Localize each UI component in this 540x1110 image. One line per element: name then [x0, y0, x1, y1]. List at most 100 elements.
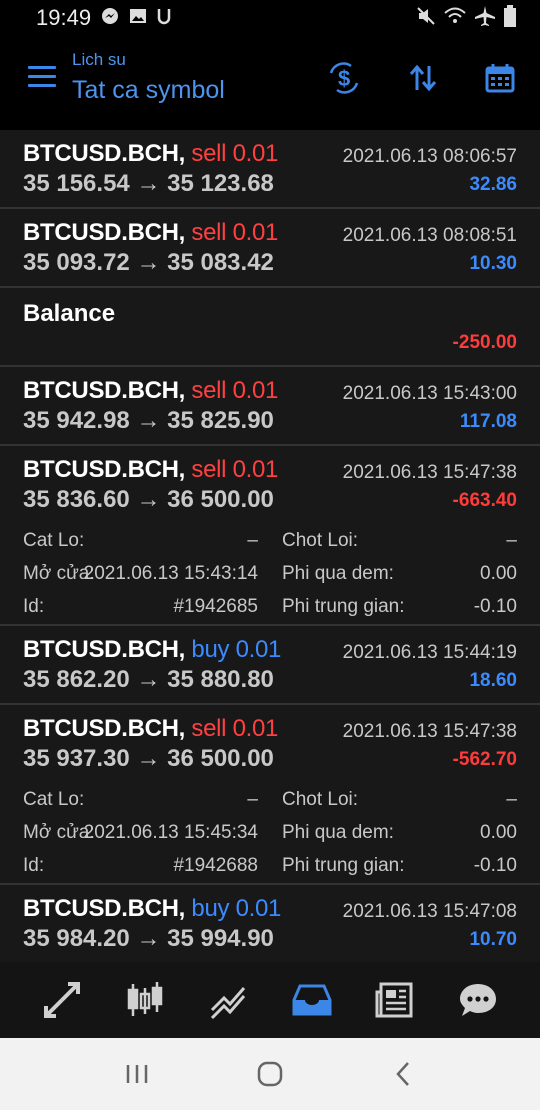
deal-row-expanded[interactable]: BTCUSD.BCH, sell 0.01 35 937.30 → 36 500…: [0, 705, 540, 885]
commission-value: -0.10: [473, 596, 517, 617]
id-label: Id:: [23, 855, 45, 876]
battery-icon: [504, 4, 516, 32]
deal-row[interactable]: BTCUSD.BCH, sell 0.01 35 942.98 → 35 825…: [0, 367, 540, 446]
deal-symbol: BTCUSD.BCH,: [23, 377, 186, 404]
stop-loss-value: –: [247, 530, 258, 551]
deal-symbol: BTCUSD.BCH,: [23, 636, 186, 663]
deal-volume: 0.01: [235, 895, 282, 922]
header-title[interactable]: Tat ca symbol: [72, 76, 225, 105]
deal-open-price: 35 862.20: [23, 666, 130, 693]
chat-icon[interactable]: [452, 974, 504, 1026]
deal-volume: 0.01: [232, 456, 279, 483]
app-bar: Lich su Tat ca symbol $: [0, 36, 540, 122]
deal-profit: -663.40: [452, 490, 517, 511]
deal-profit: 117.08: [459, 411, 517, 432]
stop-loss-label: Cat Lo:: [23, 789, 85, 810]
news-icon[interactable]: [369, 974, 421, 1026]
back-icon[interactable]: [373, 1049, 433, 1099]
deal-profit: 18.60: [469, 670, 517, 691]
deal-open-price: 35 836.60: [23, 486, 130, 513]
deal-prices: 35 093.72 → 35 083.42: [23, 249, 274, 277]
deal-details: Cat Lo: – Chot Loi: – Mở cửa: 2021.06.13…: [23, 789, 517, 888]
messenger-icon: [101, 7, 119, 30]
calendar-icon[interactable]: [482, 60, 518, 96]
deal-volume: 0.01: [235, 636, 282, 663]
menu-icon[interactable]: [28, 66, 56, 88]
deal-row[interactable]: BTCUSD.BCH, buy 0.01 35 984.20 → 35 994.…: [0, 885, 540, 962]
deal-symbol-line: BTCUSD.BCH, sell 0.01: [23, 219, 278, 247]
deal-row[interactable]: BTCUSD.BCH, sell 0.01 35 093.72 → 35 083…: [0, 209, 540, 288]
deal-side: sell: [191, 456, 227, 483]
u-notification-icon: [157, 7, 171, 30]
id-label: Id:: [23, 596, 45, 617]
commission-label: Phi trung gian:: [282, 855, 405, 876]
deal-volume: 0.01: [232, 219, 279, 246]
deal-symbol-line: BTCUSD.BCH, sell 0.01: [23, 456, 278, 484]
deal-profit: 32.86: [469, 174, 517, 195]
deal-prices: 35 984.20 → 35 994.90: [23, 925, 274, 953]
deal-volume: 0.01: [232, 715, 279, 742]
deal-symbol: BTCUSD.BCH,: [23, 456, 186, 483]
deal-side: buy: [191, 636, 230, 663]
deal-row-expanded[interactable]: BTCUSD.BCH, sell 0.01 35 836.60 → 36 500…: [0, 446, 540, 626]
trade-lines-icon[interactable]: [202, 974, 254, 1026]
deal-close-price: 35 083.42: [167, 249, 274, 276]
status-time: 19:49: [36, 5, 92, 30]
deal-symbol: BTCUSD.BCH,: [23, 219, 186, 246]
deal-symbol: BTCUSD.BCH,: [23, 140, 186, 167]
deal-row[interactable]: BTCUSD.BCH, sell 0.01 35 156.54 → 35 123…: [0, 130, 540, 209]
deal-profit: 10.30: [469, 253, 517, 274]
deal-prices: 35 862.20 → 35 880.80: [23, 666, 274, 694]
currency-exchange-icon[interactable]: $: [326, 60, 362, 96]
deal-symbol-line: BTCUSD.BCH, buy 0.01: [23, 895, 281, 923]
arrow-right-icon: →: [136, 486, 161, 513]
id-value: #1942688: [173, 855, 258, 876]
deal-symbol-line: BTCUSD.BCH, sell 0.01: [23, 140, 278, 168]
deal-symbol-line: BTCUSD.BCH, buy 0.01: [23, 636, 281, 664]
deal-time: 2021.06.13 08:06:57: [342, 146, 517, 167]
arrow-right-icon: →: [136, 170, 161, 197]
deal-open-price: 35 984.20: [23, 925, 130, 952]
deal-side: sell: [191, 715, 227, 742]
deal-side: sell: [191, 377, 227, 404]
deal-side: sell: [191, 140, 227, 167]
arrow-right-icon: →: [136, 745, 161, 772]
deal-side: sell: [191, 219, 227, 246]
commission-value: -0.10: [473, 855, 517, 876]
deal-prices: 35 156.54 → 35 123.68: [23, 170, 274, 198]
history-list[interactable]: BTCUSD.BCH, sell 0.01 35 156.54 → 35 123…: [0, 130, 540, 962]
deal-row[interactable]: BTCUSD.BCH, buy 0.01 35 862.20 → 35 880.…: [0, 626, 540, 705]
recent-apps-icon[interactable]: [107, 1049, 167, 1099]
chart-candles-icon[interactable]: [119, 974, 171, 1026]
header-subtitle: Lich su: [72, 50, 126, 69]
deal-symbol: BTCUSD.BCH,: [23, 715, 186, 742]
system-nav-bar: [0, 1038, 540, 1110]
home-icon[interactable]: [240, 1049, 300, 1099]
status-right: [416, 4, 516, 32]
sort-icon[interactable]: [405, 60, 441, 96]
deal-symbol-line: BTCUSD.BCH, sell 0.01: [23, 377, 278, 405]
gallery-icon: [129, 7, 147, 30]
quotes-arrows-icon[interactable]: [36, 974, 88, 1026]
deal-close-price: 35 123.68: [167, 170, 274, 197]
deal-prices: 35 942.98 → 35 825.90: [23, 407, 274, 435]
swap-label: Phi qua dem:: [282, 563, 394, 584]
deal-close-price: 35 825.90: [167, 407, 274, 434]
deal-time: 2021.06.13 15:47:38: [342, 721, 517, 742]
deal-details: Cat Lo: – Chot Loi: – Mở cửa: 2021.06.13…: [23, 530, 517, 629]
id-value: #1942685: [173, 596, 258, 617]
arrow-right-icon: →: [136, 925, 161, 952]
deal-close-price: 36 500.00: [167, 745, 274, 772]
deal-symbol-line: BTCUSD.BCH, sell 0.01: [23, 715, 278, 743]
balance-label: Balance: [23, 300, 116, 327]
open-time-value: 2021.06.13 15:45:34: [83, 822, 258, 843]
commission-label: Phi trung gian:: [282, 596, 405, 617]
swap-label: Phi qua dem:: [282, 822, 394, 843]
swap-value: 0.00: [480, 563, 517, 584]
deal-close-price: 36 500.00: [167, 486, 274, 513]
arrow-right-icon: →: [136, 666, 161, 693]
open-time-value: 2021.06.13 15:43:14: [83, 563, 258, 584]
balance-row[interactable]: Balance -250.00: [0, 288, 540, 367]
history-inbox-icon[interactable]: [286, 974, 338, 1026]
deal-open-price: 35 093.72: [23, 249, 130, 276]
